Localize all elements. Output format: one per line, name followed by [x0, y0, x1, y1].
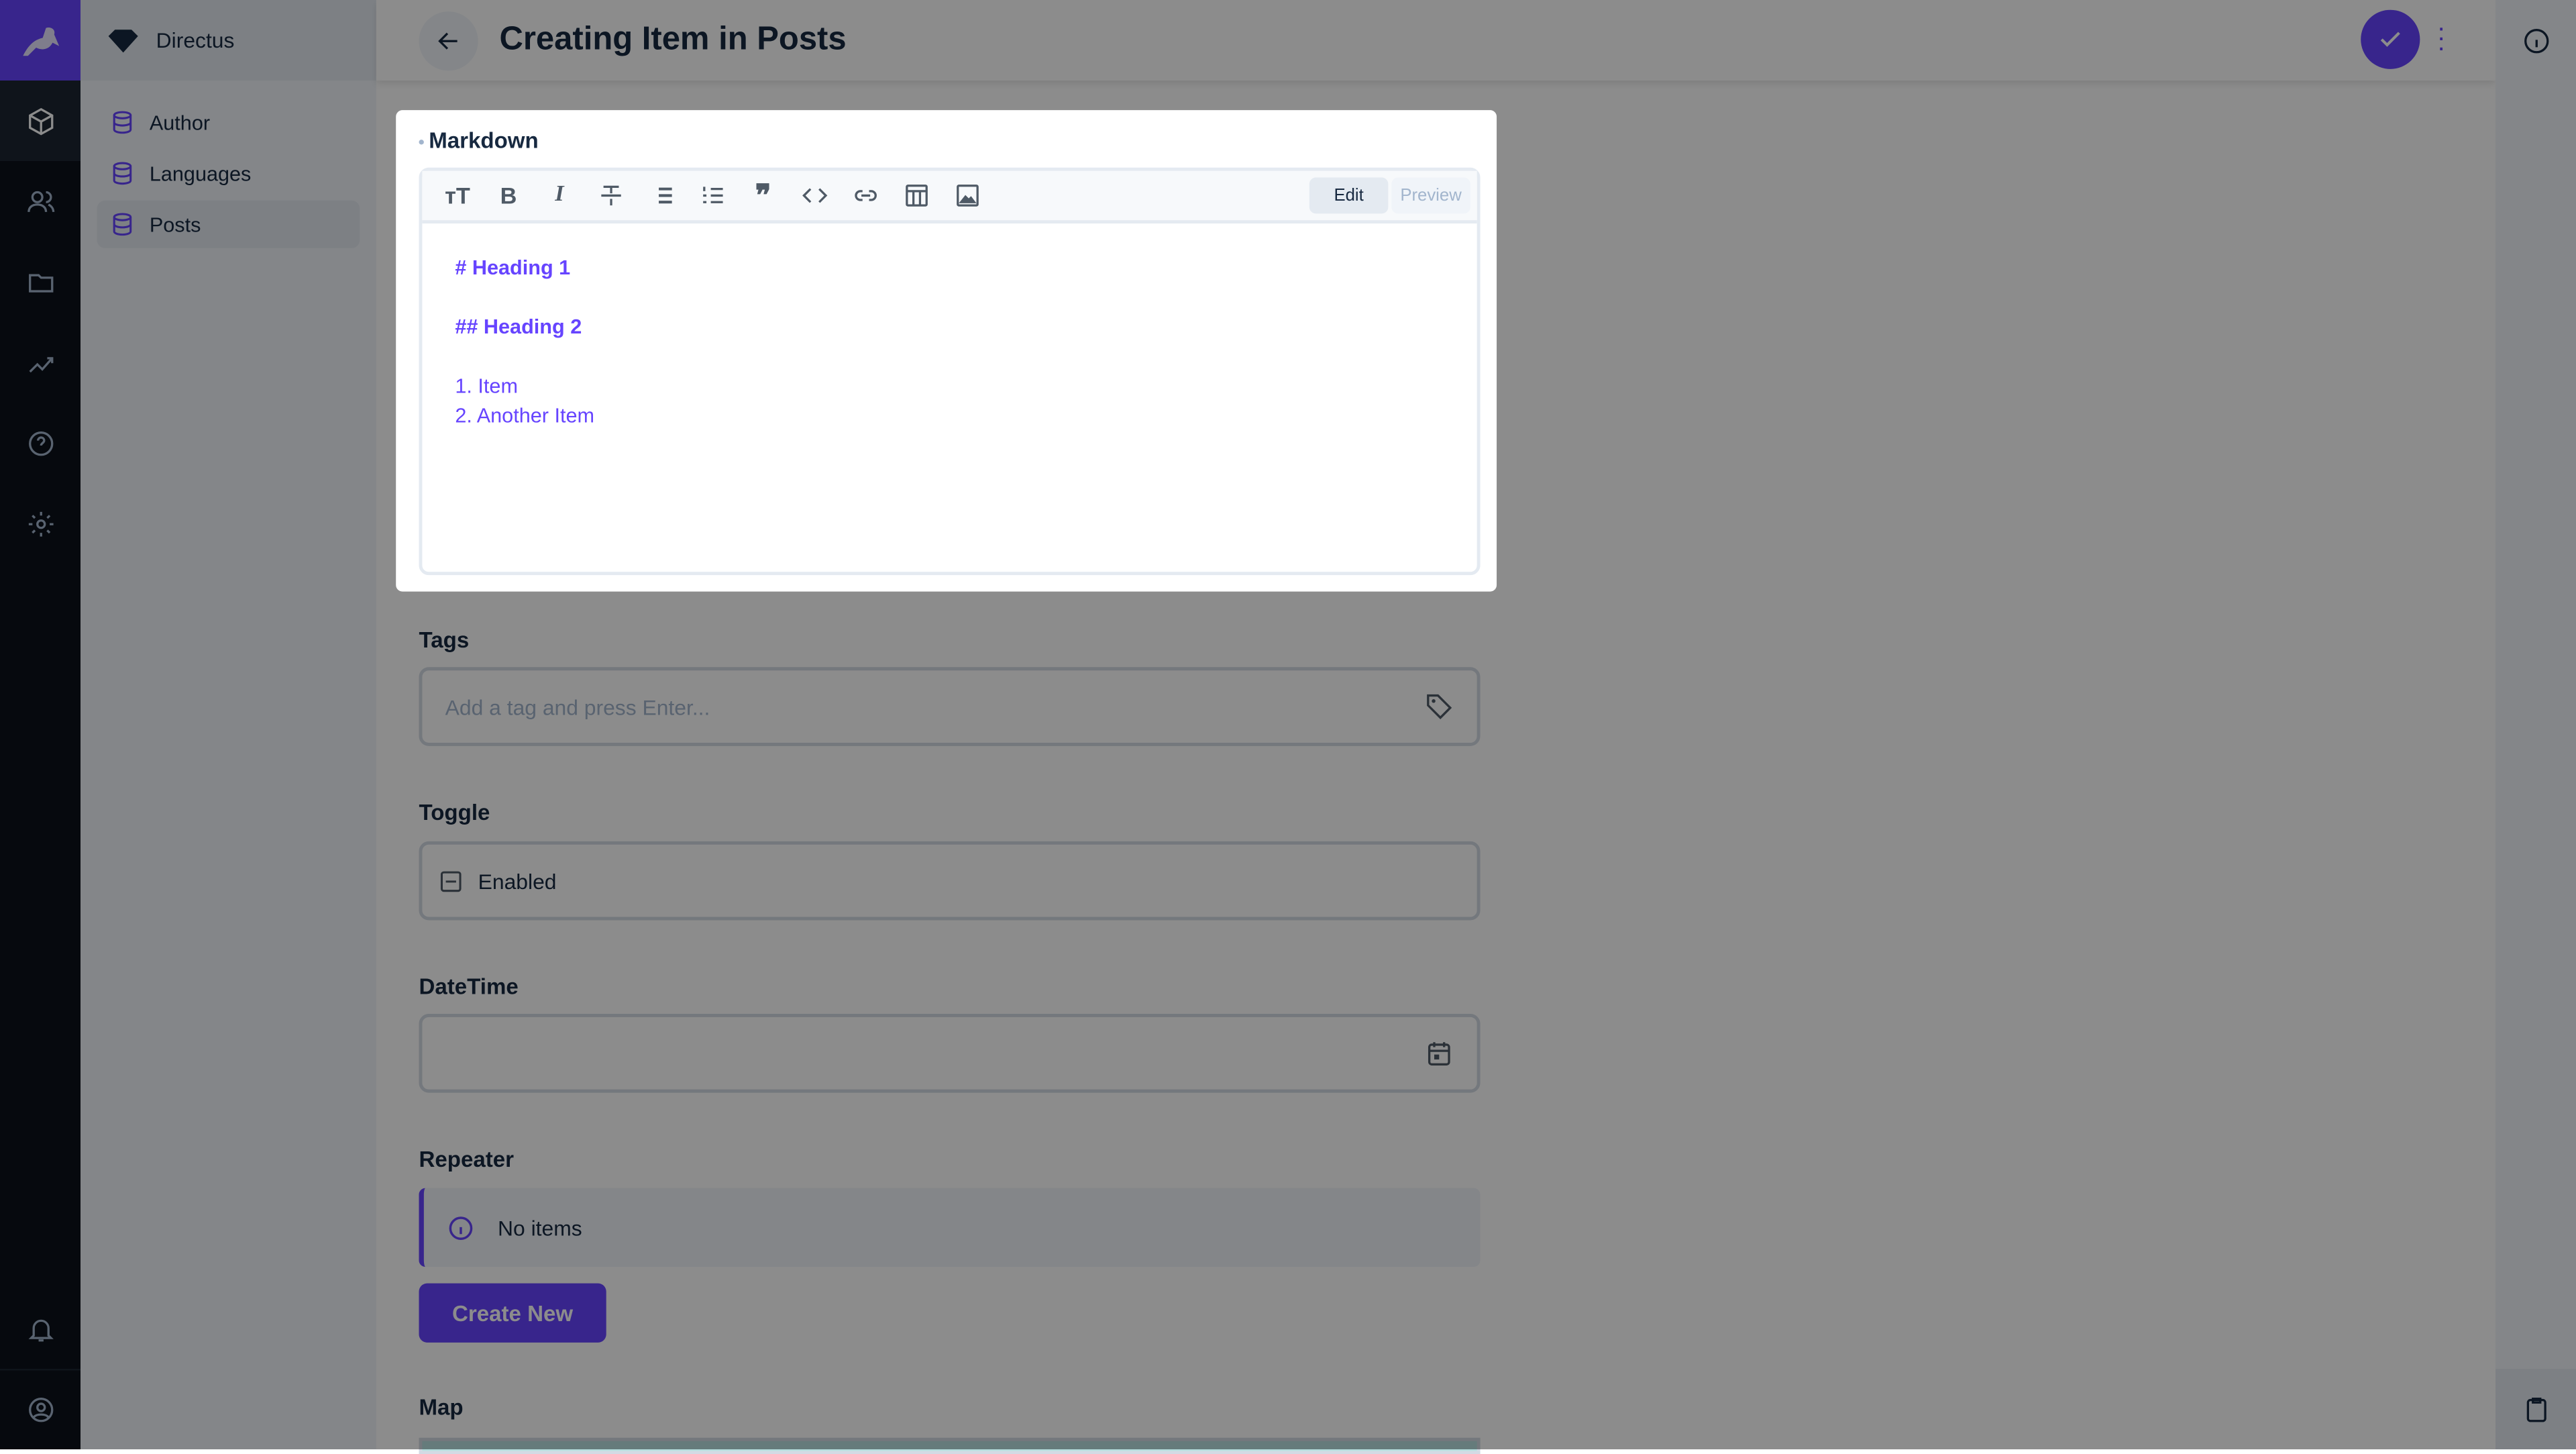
blockquote-icon[interactable]: ❞ [738, 172, 789, 219]
code-icon[interactable] [789, 172, 840, 219]
markdown-textarea[interactable]: # Heading 1 ## Heading 2 1. Item 2. Anot… [422, 223, 1477, 460]
required-dot [419, 140, 424, 145]
markdown-editor: тT B I ❞ Edit Preview # Heading 1 ## Hea… [419, 167, 1481, 576]
editor-line: ## Heading 2 [455, 315, 582, 339]
image-icon[interactable] [941, 172, 992, 219]
tab-edit[interactable]: Edit [1309, 177, 1389, 214]
bullet-list-icon[interactable] [636, 172, 687, 219]
bold-icon[interactable]: B [483, 172, 534, 219]
heading-icon[interactable]: тT [432, 172, 483, 219]
editor-line: 1. Item [455, 374, 518, 398]
markdown-label-text: Markdown [429, 128, 539, 153]
table-icon[interactable] [890, 172, 941, 219]
strikethrough-icon[interactable] [585, 172, 636, 219]
markdown-field-card: Markdown тT B I ❞ Edit Preview # Heading… [396, 110, 1497, 592]
markdown-toolbar: тT B I ❞ Edit Preview [422, 170, 1477, 224]
markdown-label: Markdown [419, 128, 539, 153]
app: Directus Author Languages Posts Creating… [0, 0, 2576, 1454]
tab-preview[interactable]: Preview [1391, 177, 1470, 214]
numbered-list-icon[interactable] [687, 172, 738, 219]
italic-icon[interactable]: I [534, 172, 585, 219]
editor-line: 2. Another Item [455, 404, 595, 427]
link-icon[interactable] [839, 172, 890, 219]
editor-line: # Heading 1 [455, 256, 571, 280]
